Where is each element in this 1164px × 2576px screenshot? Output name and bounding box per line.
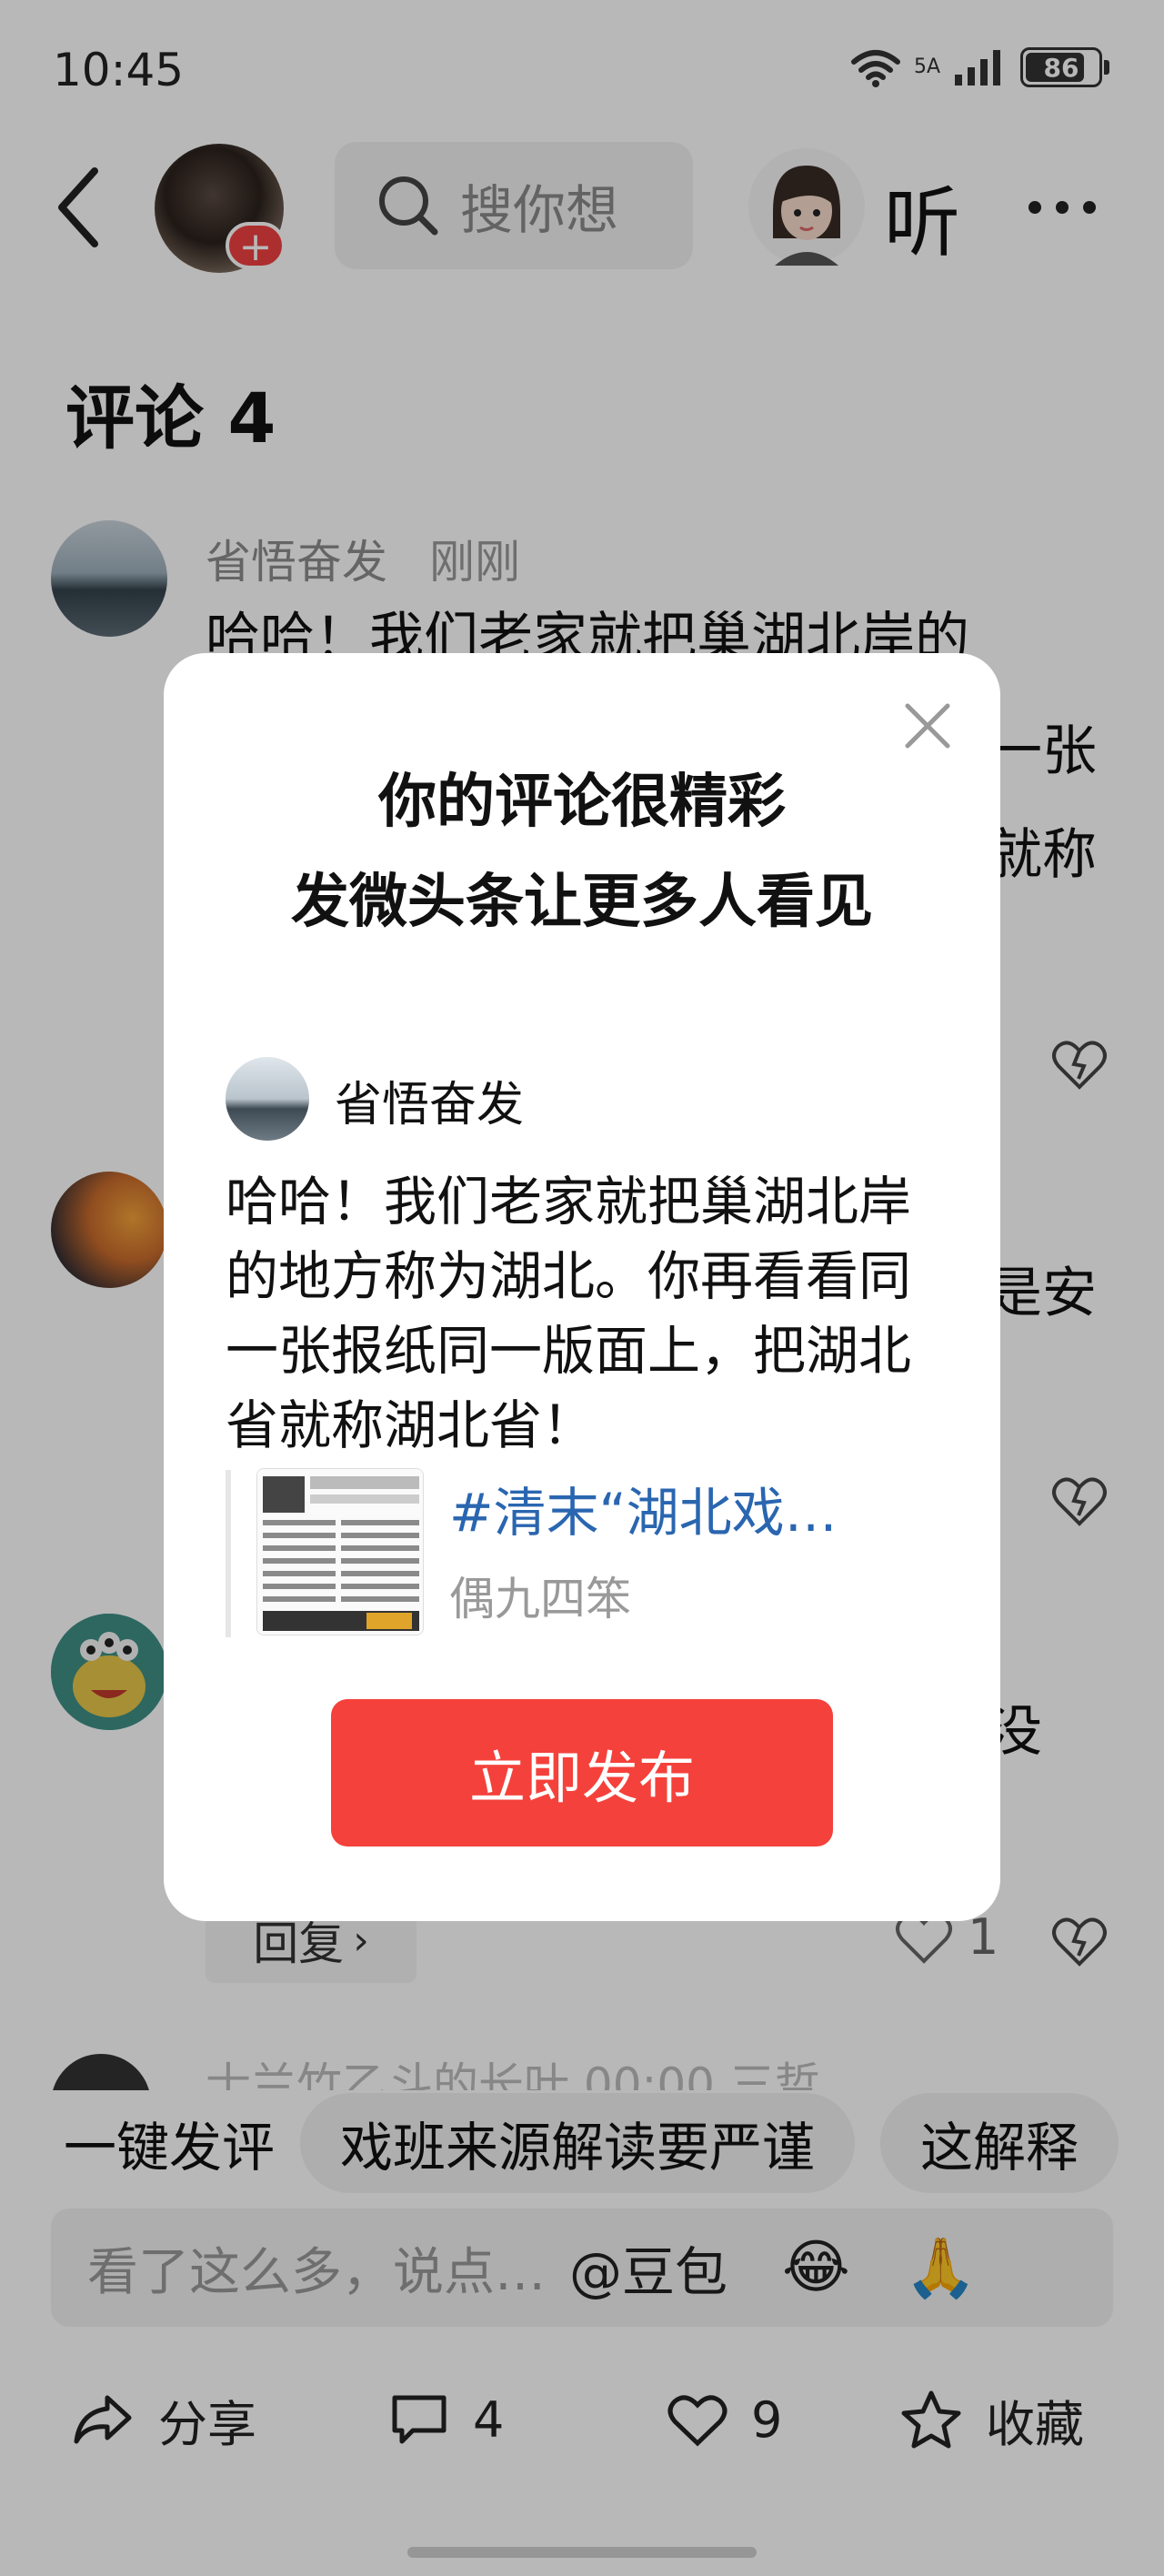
quoted-article-link[interactable]: #清末“湖北戏… (449, 1470, 838, 1546)
modal-user-avatar (226, 1057, 309, 1141)
quoted-article-author: 偶九四笨 (449, 1573, 631, 1625)
close-icon[interactable] (902, 700, 953, 751)
modal-title-line: 你的评论很精彩 (378, 769, 786, 836)
publish-prompt-modal: 你的评论很精彩 发微头条让更多人看见 省悟奋发 哈哈！我们老家就把巢湖北岸的地方… (164, 653, 1000, 1921)
modal-subtitle-line: 发微头条让更多人看见 (291, 869, 873, 936)
quote-divider (226, 1470, 231, 1637)
modal-comment-text: 哈哈！我们老家就把巢湖北岸的地方称为湖北。你再看看同一张报纸同一版面上，把湖北省… (226, 1171, 912, 1456)
publish-now-button[interactable]: 立即发布 (331, 1699, 833, 1846)
article-thumbnail (256, 1468, 424, 1635)
modal-user-name: 省悟奋发 (335, 1078, 525, 1132)
